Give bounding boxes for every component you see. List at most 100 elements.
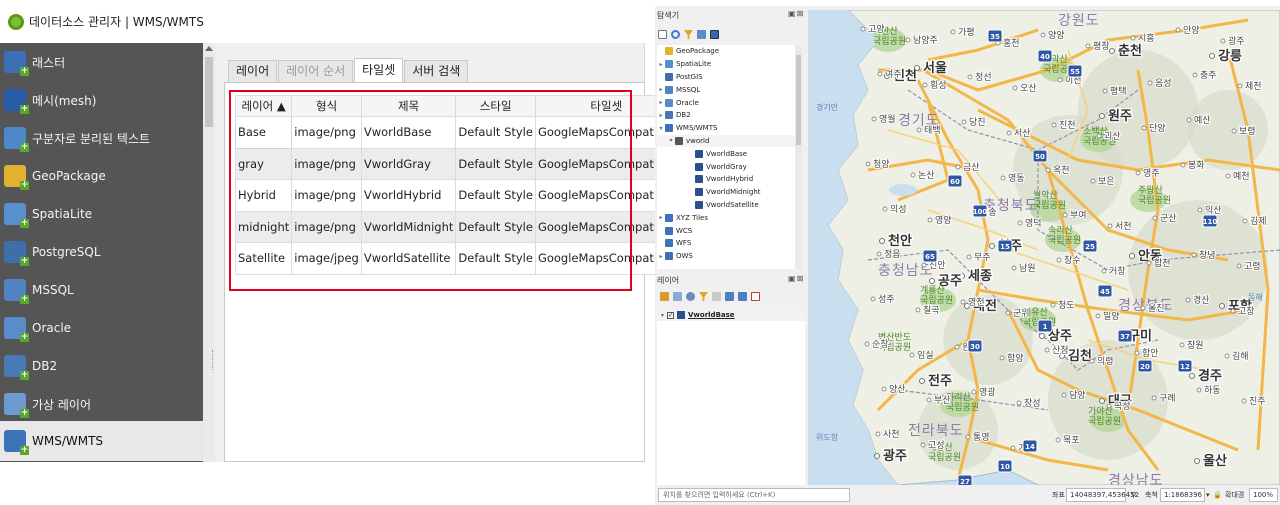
browser-panel-buttons[interactable]: ▣⊠ (788, 9, 804, 18)
sidebar-item[interactable]: + 메시(mesh) (0, 81, 203, 119)
add-selected-icon[interactable] (658, 30, 667, 39)
magnifier-field[interactable]: 100% (1249, 488, 1278, 502)
add-badge-icon: + (20, 445, 29, 455)
browser-item-label: PostGIS (676, 72, 703, 81)
sidebar-item[interactable]: + PostgreSQL (0, 233, 203, 271)
scrollbar-thumb[interactable] (796, 55, 801, 145)
add-badge-icon: + (20, 104, 29, 114)
coordinate-label: 좌표 (1052, 491, 1065, 499)
browser-item[interactable]: VworldMidnight (657, 186, 795, 199)
town-label: 영동 (1008, 173, 1025, 184)
expand-icon[interactable]: ▸ (657, 61, 665, 68)
tab-item[interactable]: 서버 검색 (404, 60, 469, 82)
sidebar-item[interactable]: + WMS/WMTS (0, 421, 203, 461)
town-label: 진주 (1249, 396, 1266, 407)
add-badge-icon: + (20, 218, 29, 228)
town-marker (1236, 263, 1242, 269)
raster-icon: + (4, 51, 29, 76)
locator-search-input[interactable]: 위치를 찾으려면 입력하세요 (Ctrl+K) (658, 488, 850, 502)
browser-item[interactable]: ▾ WMS/WMTS (657, 122, 795, 135)
expand-icon[interactable]: ▾ (667, 137, 675, 144)
sea-label: 동해 (1248, 292, 1263, 302)
expand-icon[interactable]: ▾ (661, 312, 664, 319)
expand-icon[interactable]: ▾ (657, 125, 665, 132)
browser-item[interactable]: ▸ OWS (657, 250, 795, 263)
float-icon[interactable]: ▣ (788, 274, 797, 283)
browser-item[interactable]: ▾ vworld (657, 134, 795, 148)
filter-expression-icon[interactable] (712, 292, 721, 301)
sidebar-item[interactable]: + 구분자로 분리된 텍스트 (0, 119, 203, 157)
expand-all-icon[interactable] (725, 292, 734, 301)
town-marker (1140, 305, 1146, 311)
browser-scrollbar[interactable] (795, 45, 802, 269)
town-label: 성주 (878, 294, 895, 305)
collapse-all-icon[interactable] (738, 292, 747, 301)
tab-item[interactable]: 타일셋 (354, 58, 404, 82)
browser-item[interactable]: ▸ XYZ Tiles (657, 211, 795, 224)
tab-item[interactable]: 레이어 순서 (278, 60, 354, 82)
sea-label: 경기만 (816, 102, 839, 112)
browser-item-label: VworldHybrid (706, 175, 754, 184)
expand-icon[interactable]: ▸ (657, 99, 665, 106)
refresh-icon[interactable] (671, 30, 680, 39)
sidebar-item[interactable]: + 래스터 (0, 43, 203, 81)
browser-item[interactable]: WCS (657, 224, 795, 237)
town-label: 청도 (1058, 300, 1075, 311)
city-marker (1209, 53, 1215, 59)
scroll-up-icon[interactable] (205, 46, 213, 51)
scrollbar-thumb[interactable] (205, 57, 213, 127)
town-label: 정선 (975, 72, 992, 83)
browser-item[interactable]: VworldHybrid (657, 173, 795, 186)
browser-item[interactable]: ▸ SpatiaLite (657, 58, 795, 71)
coordinate-field[interactable]: 14048397,4536452 (1066, 488, 1139, 502)
scale-field[interactable]: 1:1868396 (1160, 488, 1205, 502)
highway-number: 55 (1070, 68, 1080, 76)
browser-item-icon (695, 175, 703, 184)
expand-icon[interactable]: ▸ (657, 253, 665, 260)
browser-item[interactable]: VworldBase (657, 147, 795, 160)
remove-layer-icon[interactable] (751, 292, 760, 301)
browser-item[interactable]: ▸ MSSQL (657, 83, 795, 96)
browser-item[interactable]: PostGIS (657, 71, 795, 84)
expand-icon[interactable]: ▸ (657, 112, 665, 119)
layer-row[interactable]: ▾ ✓ VworldBase (657, 309, 805, 321)
town-label: 군산 (1160, 213, 1177, 224)
layers-panel-title: 레이어 (657, 276, 680, 285)
sidebar-item[interactable]: + SpatiaLite (0, 195, 203, 233)
close-icon[interactable]: ⊠ (797, 9, 805, 18)
checkbox-icon[interactable]: ✓ (667, 311, 675, 319)
browser-item[interactable]: VworldGray (657, 160, 795, 173)
splitter-handle[interactable] (212, 350, 215, 370)
filter-icon[interactable] (684, 30, 693, 39)
town-marker (1102, 88, 1108, 94)
sidebar-item[interactable]: + MSSQL (0, 271, 203, 309)
browser-item[interactable]: GeoPackage (657, 45, 795, 58)
filter-icon[interactable] (699, 292, 708, 301)
visibility-icon[interactable] (686, 292, 695, 301)
layers-panel-buttons[interactable]: ▣⊠ (788, 274, 804, 283)
expand-icon[interactable]: ▸ (657, 86, 665, 93)
browser-item[interactable]: WFS (657, 237, 795, 250)
expand-icon[interactable]: ▸ (657, 214, 665, 221)
scale-dropdown-icon[interactable]: ▾ (1206, 488, 1210, 502)
lock-icon[interactable]: ⚲ (1131, 488, 1136, 502)
browser-item[interactable]: ▸ Oracle (657, 96, 795, 109)
sidebar-item[interactable]: + DB2 (0, 347, 203, 385)
float-icon[interactable]: ▣ (788, 9, 797, 18)
town-label: 의령 (1097, 355, 1114, 367)
style-icon[interactable] (660, 292, 669, 301)
sidebar-item[interactable]: + Oracle (0, 309, 203, 347)
browser-item[interactable]: VworldSatellite (657, 199, 795, 212)
browser-item[interactable]: ▸ DB2 (657, 109, 795, 122)
collapse-all-icon[interactable] (697, 30, 706, 39)
layer-name: VworldBase (688, 311, 735, 319)
sidebar-item[interactable]: + GeoPackage (0, 157, 203, 195)
sidebar-scrollbar[interactable] (203, 43, 215, 462)
properties-icon[interactable] (710, 30, 719, 39)
town-marker (881, 386, 887, 392)
add-group-icon[interactable] (673, 292, 682, 301)
tab-item[interactable]: 레이어 (228, 60, 278, 82)
close-icon[interactable]: ⊠ (797, 274, 805, 283)
sidebar-item[interactable]: + 가상 레이어 (0, 385, 203, 423)
map-canvas[interactable]: 인천서울세종대전대구울산청주원주춘천강릉천안안동전주광주포항경주구미김천상주공주… (808, 10, 1280, 485)
